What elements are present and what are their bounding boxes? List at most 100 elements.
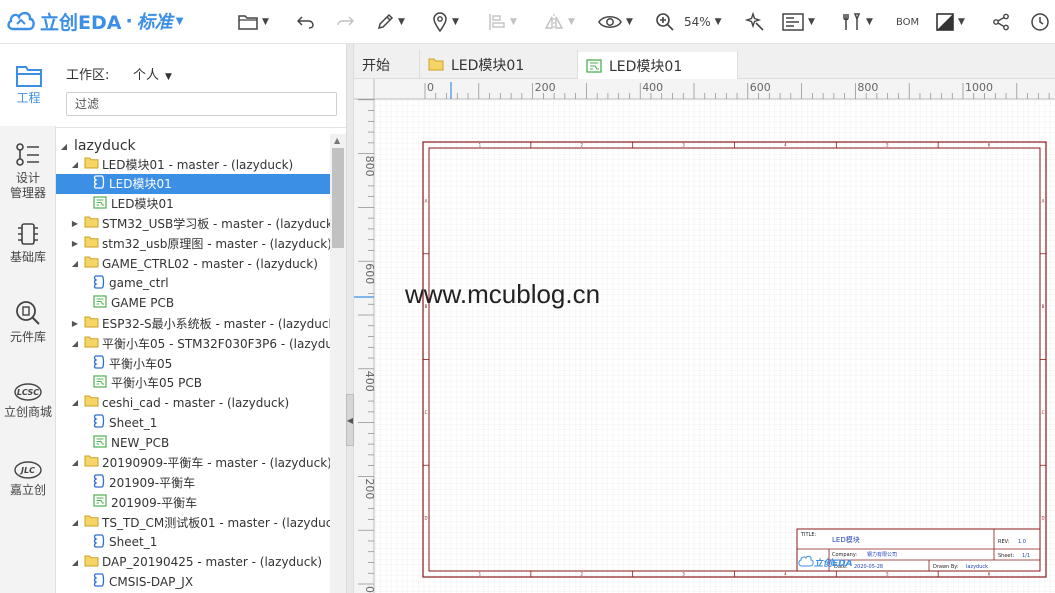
chevron-down-icon: ▼ bbox=[452, 17, 459, 27]
theme-icon bbox=[936, 13, 954, 31]
panel-divider bbox=[56, 127, 346, 128]
collapse-arrow-icon[interactable]: ▶ bbox=[70, 239, 80, 248]
tree-schematic-item[interactable]: 201909-平衡车 bbox=[56, 472, 330, 492]
tree-schematic-item[interactable]: LED模块01 bbox=[56, 173, 330, 194]
tree-project[interactable]: ▶ ESP32-S最小系统板 - master - (lazyduck) bbox=[56, 313, 330, 333]
chevron-down-icon: ▼ bbox=[714, 17, 722, 27]
undo-button[interactable] bbox=[297, 10, 315, 34]
expand-arrow-icon[interactable]: ◢ bbox=[70, 160, 80, 169]
flip-menu-button[interactable]: ▼ bbox=[544, 10, 575, 34]
tree-schematic-item[interactable]: CMSIS-DAP_JX bbox=[56, 572, 330, 592]
sidebar-item-jlc[interactable]: JLC 嘉立创 bbox=[0, 460, 56, 498]
pencil-icon bbox=[377, 13, 394, 30]
undo-icon bbox=[297, 16, 314, 29]
eye-icon bbox=[598, 16, 622, 28]
sidebar-item-component-library[interactable]: 元件库 bbox=[0, 299, 56, 345]
tab-label: LED模块01 bbox=[451, 57, 525, 74]
tree-schematic-item[interactable]: 平衡小车05 bbox=[56, 353, 330, 373]
bom-button[interactable]: BOM bbox=[896, 10, 919, 34]
svg-text:LCSC: LCSC bbox=[17, 388, 39, 397]
panel-menu-button[interactable]: ▼ bbox=[782, 10, 815, 34]
place-menu-button[interactable]: ▼ bbox=[432, 10, 459, 34]
schematic-canvas[interactable]: 0 200 400 600 800 1000 800 600 400 200 0 11223344… bbox=[354, 79, 1055, 593]
expand-arrow-icon[interactable]: ◢ bbox=[70, 339, 80, 348]
tree-item-label: Sheet_1 bbox=[109, 415, 158, 430]
pin-icon bbox=[433, 12, 447, 32]
share-button[interactable] bbox=[992, 10, 1010, 34]
tree-project[interactable]: ◢ DAP_20190425 - master - (lazyduck) bbox=[56, 552, 330, 572]
tree-pcb-item[interactable]: NEW_PCB bbox=[56, 433, 330, 453]
workspace-select[interactable]: 个人 ▼ bbox=[133, 64, 172, 83]
tab-pcb-led[interactable]: LED模块01 bbox=[578, 50, 738, 79]
tab-start[interactable]: 开始 bbox=[354, 50, 420, 79]
frame-col-label: 2 bbox=[580, 143, 583, 148]
expand-arrow-icon[interactable]: ◢ bbox=[70, 458, 80, 467]
expand-arrow-icon[interactable]: ◢ bbox=[70, 558, 80, 567]
sidebar-item-basic-library[interactable]: 基础库 bbox=[0, 221, 56, 265]
tree-schematic-item[interactable]: game_ctrl bbox=[56, 273, 330, 293]
sidebar-item-design-manager[interactable]: 设计 管理器 bbox=[0, 142, 56, 201]
sidebar-item-label: 基础库 bbox=[9, 250, 46, 264]
pcb-icon bbox=[93, 196, 107, 209]
expand-arrow-icon[interactable]: ◢ bbox=[70, 518, 80, 527]
sheet-value: 1/1 bbox=[1022, 553, 1030, 559]
history-icon bbox=[1031, 13, 1049, 31]
tree-pcb-item[interactable]: 201909-平衡车 bbox=[56, 492, 330, 512]
tree-project[interactable]: ◢ LED模块01 - master - (lazyduck) bbox=[56, 154, 330, 174]
frame-col-label: 4 bbox=[784, 143, 787, 148]
magic-icon bbox=[745, 12, 764, 31]
history-button[interactable] bbox=[1030, 10, 1050, 34]
tree-root[interactable]: ◢ lazyduck bbox=[56, 136, 330, 156]
lcsc-icon: LCSC bbox=[14, 383, 42, 401]
tools-menu-button[interactable]: ▼ bbox=[842, 10, 873, 34]
tree-scrollbar[interactable]: ▲ bbox=[330, 134, 346, 593]
chevron-down-icon: ▼ bbox=[165, 72, 172, 82]
sidebar-item-project[interactable]: 工程 bbox=[0, 44, 57, 126]
folder-icon bbox=[84, 256, 99, 268]
tree-project[interactable]: ▶ stm32_usb原理图 - master - (lazyduck) bbox=[56, 234, 330, 254]
tree-pcb-item[interactable]: 平衡小车05 PCB bbox=[56, 373, 330, 393]
tree-item-label: 平衡小车05 PCB bbox=[111, 376, 202, 391]
tree-pcb-item[interactable]: GAME PCB bbox=[56, 293, 330, 313]
canvas-drawing[interactable]: 0 200 400 600 800 1000 8006004002000 11223344… bbox=[354, 79, 1055, 593]
sidebar-item-lcsc-mall[interactable]: LCSC 立创商城 bbox=[0, 382, 56, 420]
ruler-top-label: 0 bbox=[427, 81, 434, 94]
expand-arrow-icon[interactable]: ◢ bbox=[70, 398, 80, 407]
tree-project[interactable]: ◢ TS_TD_CM测试板01 - master - (lazyduck) bbox=[56, 512, 330, 532]
view-menu-button[interactable]: ▼ bbox=[598, 10, 633, 34]
chevron-down-icon: ▼ bbox=[398, 17, 405, 27]
title-label: TITLE: bbox=[800, 532, 817, 538]
magic-button[interactable] bbox=[745, 10, 765, 34]
tree-project[interactable]: ◢ 20190909-平衡车 - master - (lazyduck) bbox=[56, 453, 330, 473]
left-sidebar: 工程 设计 管理器 基础库 元件库 LCSC 立创商城 JLC 嘉立创 bbox=[0, 44, 57, 593]
tree-schematic-item[interactable]: Sheet_1 bbox=[56, 532, 330, 552]
tree-pcb-item[interactable]: LED模块01 bbox=[56, 194, 330, 214]
tree-project[interactable]: ▶ STM32_USB学习板 - master - (lazyduck) bbox=[56, 214, 330, 234]
collapse-arrow-icon[interactable]: ▶ bbox=[70, 219, 80, 228]
theme-menu-button[interactable]: ▼ bbox=[936, 10, 965, 34]
collapse-arrow-icon[interactable]: ▶ bbox=[70, 319, 80, 328]
panel-splitter[interactable] bbox=[346, 44, 354, 593]
share-icon bbox=[993, 13, 1009, 31]
tree-project[interactable]: ◢ ceshi_cad - master - (lazyduck) bbox=[56, 393, 330, 413]
expand-arrow-icon[interactable]: ◢ bbox=[70, 259, 80, 268]
zoom-control[interactable]: 54% ▼ bbox=[655, 10, 722, 34]
draw-menu-button[interactable]: ▼ bbox=[376, 10, 405, 34]
redo-button[interactable] bbox=[336, 10, 354, 34]
tab-project-led[interactable]: LED模块01 bbox=[420, 50, 578, 79]
app-logo[interactable]: 立创EDA · 标准 ▼ bbox=[6, 7, 183, 35]
align-menu-button[interactable]: ▼ bbox=[488, 10, 517, 34]
expand-arrow-icon[interactable]: ◢ bbox=[59, 142, 69, 151]
tree-schematic-item[interactable]: Sheet_1 bbox=[56, 413, 330, 433]
tree-project[interactable]: ◢ GAME_CTRL02 - master - (lazyduck) bbox=[56, 254, 330, 274]
filter-input[interactable] bbox=[66, 92, 337, 116]
tab-label: LED模块01 bbox=[609, 58, 683, 75]
file-menu-button[interactable]: ▼ bbox=[238, 10, 269, 34]
ruler-top-label: 200 bbox=[535, 81, 556, 94]
tree-project[interactable]: ◢ 平衡小车05 - STM32F030F3P6 - (lazyduck) bbox=[56, 333, 330, 353]
tab-label: 开始 bbox=[362, 57, 390, 74]
frame-col-label: 5 bbox=[886, 572, 889, 577]
schematic-icon bbox=[93, 533, 105, 548]
collapse-panel-button[interactable]: ◀ bbox=[346, 394, 354, 446]
scrollbar-thumb[interactable] bbox=[332, 148, 344, 248]
